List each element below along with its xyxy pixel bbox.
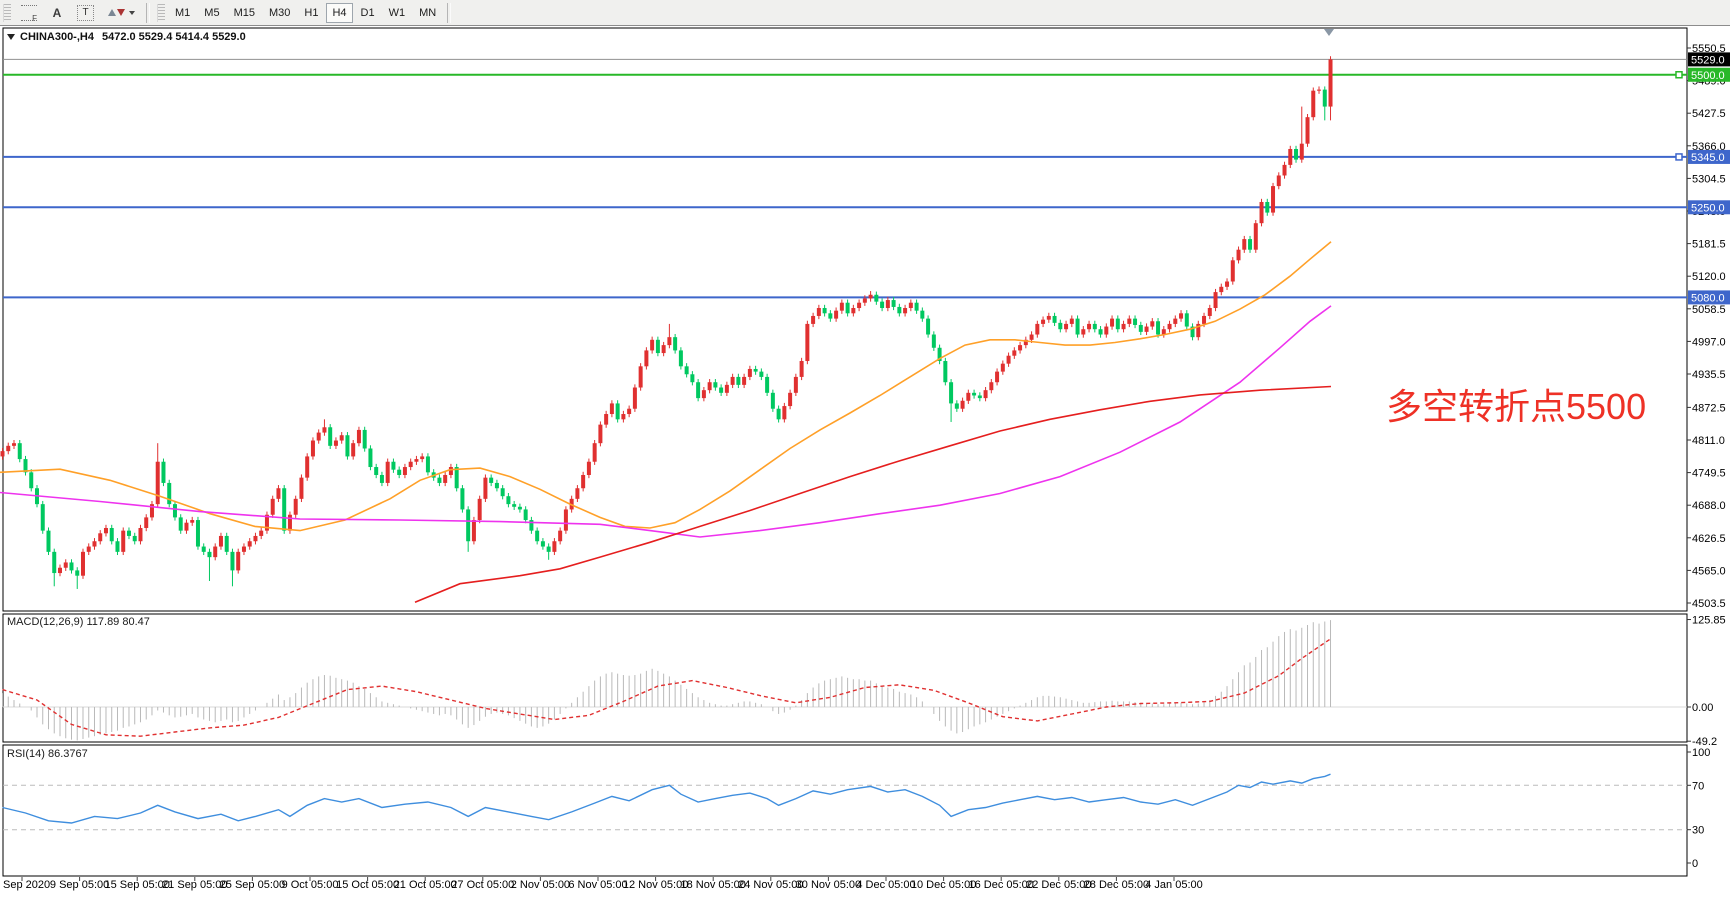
svg-text:16 Dec 05:00: 16 Dec 05:00 [968, 879, 1033, 891]
svg-text:27 Oct 05:00: 27 Oct 05:00 [451, 879, 514, 891]
svg-text:21 Oct 05:00: 21 Oct 05:00 [394, 879, 457, 891]
svg-text:21 Sep 05:00: 21 Sep 05:00 [162, 879, 227, 891]
label-tool-button[interactable]: T [71, 3, 100, 23]
svg-text:5250.0: 5250.0 [1691, 202, 1725, 214]
svg-text:15 Sep 05:00: 15 Sep 05:00 [104, 879, 169, 891]
macd-axis[interactable]: 125.850.00-49.2 [1687, 615, 1726, 749]
svg-text:4935.5: 4935.5 [1692, 369, 1726, 381]
svg-text:2 Nov 05:00: 2 Nov 05:00 [511, 879, 570, 891]
svg-text:6 Nov 05:00: 6 Nov 05:00 [568, 879, 627, 891]
label-icon: T [77, 5, 94, 21]
svg-text:4626.5: 4626.5 [1692, 533, 1726, 545]
svg-text:5080.0: 5080.0 [1691, 292, 1725, 304]
timeframe-button-m30[interactable]: M30 [263, 3, 296, 23]
timeframe-button-h1[interactable]: H1 [298, 3, 324, 23]
chart-canvas[interactable]: 5550.55489.05427.55366.05304.55243.05181… [0, 0, 1730, 897]
svg-text:0.00: 0.00 [1692, 702, 1713, 714]
svg-text:4872.5: 4872.5 [1692, 402, 1726, 414]
price-axis[interactable]: 5550.55489.05427.55366.05304.55243.05181… [1687, 43, 1726, 610]
svg-text:30 Nov 05:00: 30 Nov 05:00 [796, 879, 861, 891]
toolbar-separator [447, 3, 451, 23]
svg-text:5181.5: 5181.5 [1692, 239, 1726, 251]
collapse-triangle-icon [7, 34, 15, 40]
symbol-period-label: CHINA300-,H4 [20, 31, 94, 43]
chart-window: F A T M1M5M15M30H1H4D1W1MN CHINA300-,H4 … [0, 0, 1730, 897]
svg-text:9 Oct 05:00: 9 Oct 05:00 [282, 879, 339, 891]
svg-text:12 Nov 05:00: 12 Nov 05:00 [623, 879, 688, 891]
macd-indicator-label: MACD(12,26,9) 117.89 80.47 [7, 616, 150, 628]
svg-text:5500.0: 5500.0 [1691, 70, 1725, 82]
svg-text:24 Nov 05:00: 24 Nov 05:00 [738, 879, 803, 891]
date-axis[interactable]: 3 Sep 20209 Sep 05:0015 Sep 05:0021 Sep … [0, 877, 1203, 891]
fibonacci-icon: F [21, 5, 37, 21]
toolbar-grip[interactable] [157, 4, 165, 22]
svg-text:4 Jan 05:00: 4 Jan 05:00 [1145, 879, 1203, 891]
toolbar-grip[interactable] [3, 4, 11, 22]
svg-text:10 Dec 05:00: 10 Dec 05:00 [911, 879, 976, 891]
svg-text:28 Dec 05:00: 28 Dec 05:00 [1084, 879, 1149, 891]
timeframe-button-m1[interactable]: M1 [169, 3, 196, 23]
fibonacci-tool-button[interactable]: F [15, 3, 43, 23]
arrows-icon [108, 9, 125, 16]
timeframe-button-d1[interactable]: D1 [355, 3, 381, 23]
candle-wicks-layer [3, 56, 1331, 589]
ma-fast-orange-line [0, 242, 1331, 531]
svg-text:5427.5: 5427.5 [1692, 108, 1726, 120]
svg-text:100: 100 [1692, 747, 1710, 759]
rsi-axis[interactable]: 100 70 30 0 [1687, 747, 1710, 870]
text-icon: A [53, 6, 62, 20]
svg-text:125.85: 125.85 [1692, 615, 1726, 627]
svg-text:5345.0: 5345.0 [1691, 152, 1725, 164]
candle-bodies-layer [1, 59, 1333, 575]
panel-borders [3, 28, 1687, 876]
svg-text:4 Dec 05:00: 4 Dec 05:00 [856, 879, 915, 891]
ma-slow-red-line [415, 387, 1331, 603]
hline-5345.0[interactable] [3, 154, 1687, 160]
macd-signal-line [3, 639, 1331, 736]
rsi-line [3, 774, 1331, 823]
svg-text:5120.0: 5120.0 [1692, 271, 1726, 283]
svg-text:4565.0: 4565.0 [1692, 565, 1726, 577]
svg-text:9 Sep 05:00: 9 Sep 05:00 [50, 879, 109, 891]
rsi-indicator-label: RSI(14) 86.3767 [7, 748, 88, 760]
svg-text:25 Sep 05:00: 25 Sep 05:00 [220, 879, 285, 891]
svg-text:15 Oct 05:00: 15 Oct 05:00 [336, 879, 399, 891]
chart-shift-marker-icon[interactable] [1324, 29, 1334, 36]
rsi-levels [3, 785, 1687, 829]
timeframe-button-m15[interactable]: M15 [228, 3, 261, 23]
timeframe-button-mn[interactable]: MN [413, 3, 442, 23]
text-tool-button[interactable]: A [45, 3, 69, 23]
svg-text:5058.5: 5058.5 [1692, 304, 1726, 316]
svg-text:3 Sep 2020: 3 Sep 2020 [0, 879, 50, 891]
svg-text:70: 70 [1692, 780, 1704, 792]
chart-title[interactable]: CHINA300-,H4 5472.0 5529.4 5414.4 5529.0 [7, 31, 246, 43]
timeframe-button-w1[interactable]: W1 [383, 3, 412, 23]
hline-5500.0[interactable] [3, 72, 1687, 78]
timeframe-button-h4[interactable]: H4 [326, 3, 352, 23]
svg-text:4688.0: 4688.0 [1692, 500, 1726, 512]
svg-text:5304.5: 5304.5 [1692, 173, 1726, 185]
chevron-down-icon [129, 11, 135, 15]
toolbar: F A T M1M5M15M30H1H4D1W1MN [0, 0, 1730, 26]
svg-text:4749.5: 4749.5 [1692, 468, 1726, 480]
svg-text:0: 0 [1692, 858, 1698, 870]
ohlc-values: 5472.0 5529.4 5414.4 5529.0 [102, 31, 246, 43]
svg-text:22 Dec 05:00: 22 Dec 05:00 [1026, 879, 1091, 891]
svg-text:5529.0: 5529.0 [1691, 54, 1725, 66]
arrows-tool-button[interactable] [102, 3, 141, 23]
annotation-text[interactable]: 多空转折点5500 [1386, 388, 1646, 426]
svg-text:18 Nov 05:00: 18 Nov 05:00 [680, 879, 745, 891]
svg-text:30: 30 [1692, 825, 1704, 837]
toolbar-separator [146, 3, 150, 23]
svg-text:4811.0: 4811.0 [1692, 435, 1725, 447]
svg-text:4997.0: 4997.0 [1692, 336, 1726, 348]
timeframe-button-m5[interactable]: M5 [198, 3, 225, 23]
timeframe-group: M1M5M15M30H1H4D1W1MN [168, 3, 443, 23]
macd-histogram [3, 620, 1331, 740]
svg-text:4503.5: 4503.5 [1692, 598, 1726, 610]
